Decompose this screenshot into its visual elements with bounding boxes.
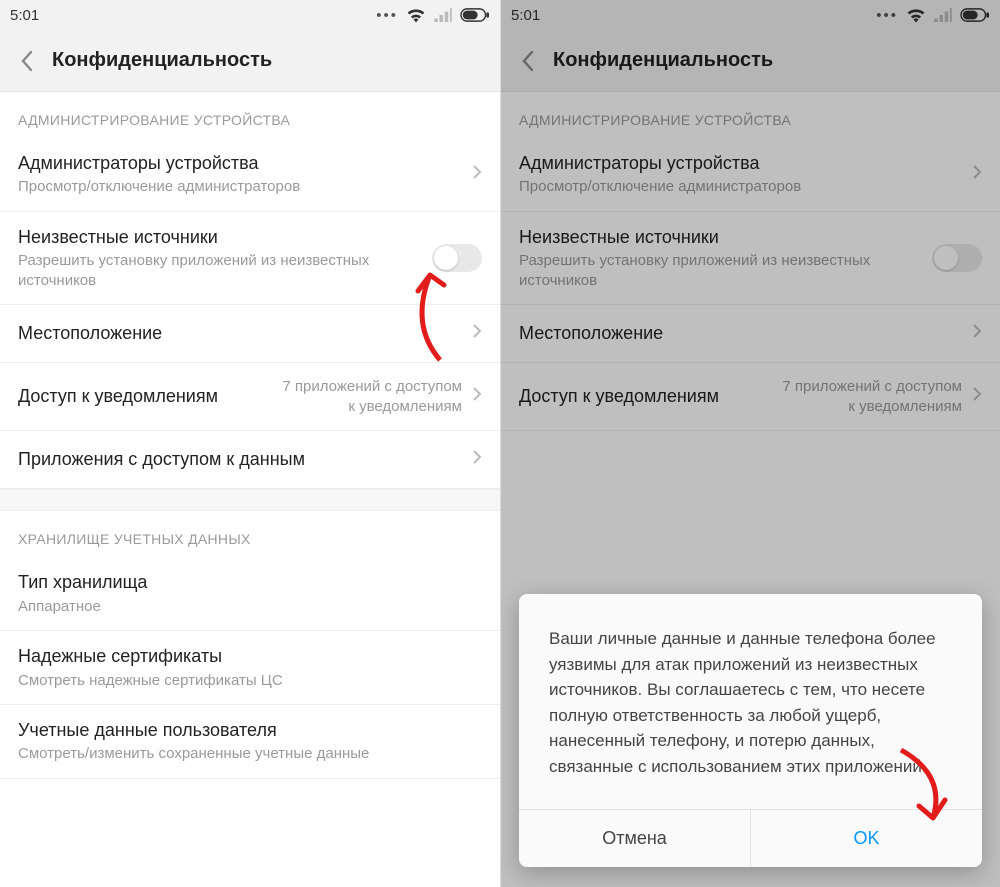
section-header-creds: ХРАНИЛИЩЕ УЧЕТНЫХ ДАННЫХ [0, 511, 500, 557]
back-button[interactable] [14, 48, 40, 74]
row-notification-access[interactable]: Доступ к уведомлениям 7 приложений с дос… [0, 363, 500, 431]
dialog-message: Ваши личные данные и данные телефона бол… [519, 594, 982, 809]
row-storage-type[interactable]: Тип хранилища Аппаратное [0, 557, 500, 631]
section-header-admin: АДМИНИСТРИРОВАНИЕ УСТРОЙСТВА [0, 92, 500, 138]
row-title: Приложения с доступом к данным [18, 448, 462, 471]
ok-button[interactable]: OK [750, 810, 982, 867]
row-trusted-certs[interactable]: Надежные сертификаты Смотреть надежные с… [0, 631, 500, 705]
chevron-right-icon [472, 323, 482, 344]
status-bar: 5:01 ••• [0, 0, 500, 30]
row-data-access[interactable]: Приложения с доступом к данным [0, 431, 500, 489]
toggle-unknown-sources[interactable] [432, 244, 482, 272]
section-gap [0, 489, 500, 511]
cancel-button[interactable]: Отмена [519, 810, 750, 867]
phone-left: 5:01 ••• Конфиденциальность АДМИНИСТРИРО… [0, 0, 500, 887]
row-title: Администраторы устройства [18, 152, 462, 175]
battery-icon [460, 8, 490, 22]
row-user-creds[interactable]: Учетные данные пользователя Смотреть/изм… [0, 705, 500, 779]
dialog-unknown-sources-warning: Ваши личные данные и данные телефона бол… [519, 594, 982, 867]
title-bar: Конфиденциальность [0, 30, 500, 92]
chevron-left-icon [20, 50, 34, 72]
row-title: Неизвестные источники [18, 226, 422, 249]
row-sub: Смотреть надежные сертификаты ЦС [18, 671, 482, 691]
dialog-buttons: Отмена OK [519, 809, 982, 867]
row-sub: Разрешить установку приложений из неизве… [18, 251, 422, 290]
row-unknown-sources[interactable]: Неизвестные источники Разрешить установк… [0, 212, 500, 305]
signal-icon [434, 8, 452, 22]
row-title: Доступ к уведомлениям [18, 385, 272, 408]
status-time: 5:01 [10, 7, 39, 24]
phone-right: 5:01 ••• Конфиденциальность АДМИНИСТРИРО… [500, 0, 1000, 887]
chevron-right-icon [472, 386, 482, 407]
settings-list: АДМИНИСТРИРОВАНИЕ УСТРОЙСТВА Администрат… [0, 92, 500, 887]
page-title: Конфиденциальность [52, 49, 272, 72]
row-title: Местоположение [18, 322, 462, 345]
row-title: Учетные данные пользователя [18, 719, 482, 742]
more-icon: ••• [376, 7, 398, 24]
wifi-icon [406, 7, 426, 23]
row-location[interactable]: Местоположение [0, 305, 500, 363]
toggle-knob [434, 246, 458, 270]
row-sub: Просмотр/отключение администраторов [18, 177, 462, 197]
chevron-right-icon [472, 449, 482, 470]
row-right-text: 7 приложений с доступом к уведомлениям [272, 377, 462, 416]
row-title: Тип хранилища [18, 571, 482, 594]
row-device-admins[interactable]: Администраторы устройства Просмотр/отклю… [0, 138, 500, 212]
row-sub: Смотреть/изменить сохраненные учетные да… [18, 744, 482, 764]
chevron-right-icon [472, 164, 482, 185]
row-sub: Аппаратное [18, 597, 482, 617]
status-icons: ••• [376, 7, 490, 24]
row-title: Надежные сертификаты [18, 645, 482, 668]
